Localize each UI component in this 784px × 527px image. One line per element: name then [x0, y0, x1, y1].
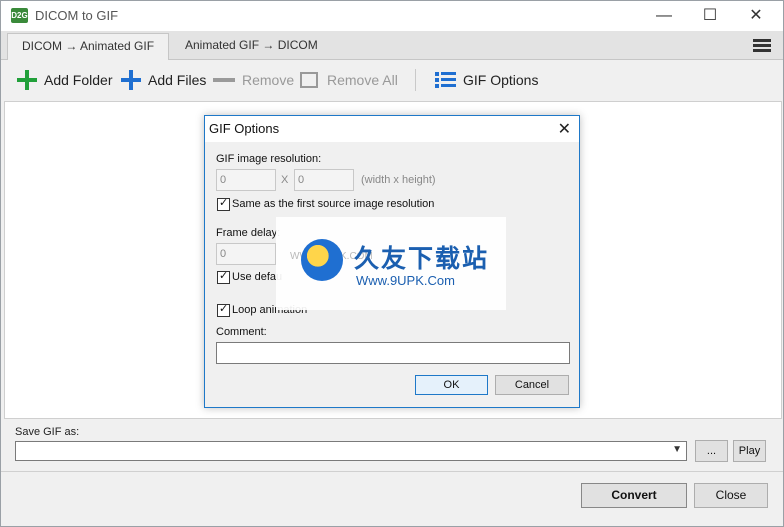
window-title: DICOM to GIF: [35, 8, 119, 23]
same-resolution-label: Same as the first source image resolutio…: [232, 198, 435, 210]
add-files-label: Add Files: [148, 72, 207, 88]
chevron-down-icon[interactable]: ▼: [672, 444, 682, 455]
close-app-button[interactable]: Close: [694, 483, 768, 508]
plus-icon: [121, 70, 141, 90]
play-button[interactable]: Play: [733, 440, 766, 462]
browse-button[interactable]: ...: [695, 440, 728, 462]
save-gif-combobox[interactable]: ▼: [15, 441, 687, 461]
remove-button[interactable]: Remove: [213, 69, 294, 91]
dialog-title-bar: GIF Options ✕: [205, 116, 579, 142]
title-bar: D2G DICOM to GIF — ☐ ✕: [1, 1, 783, 31]
app-window: D2G DICOM to GIF — ☐ ✕ DICOM → Animated …: [0, 0, 784, 527]
use-default-label: Use defau: [232, 271, 283, 283]
add-folder-button[interactable]: Add Folder: [17, 69, 112, 91]
remove-all-button[interactable]: Remove All: [300, 69, 398, 91]
tab-gif-to-dicom[interactable]: Animated GIF → DICOM: [171, 33, 332, 59]
resolution-hint: (width x height): [361, 174, 436, 186]
comment-input[interactable]: [216, 342, 570, 364]
remove-all-label: Remove All: [327, 72, 398, 88]
frame-delay-label: Frame delay:: [216, 227, 281, 239]
tab-strip: DICOM → Animated GIF Animated GIF → DICO…: [1, 31, 783, 61]
ok-button[interactable]: OK: [415, 375, 488, 395]
gif-options-button[interactable]: GIF Options: [435, 69, 538, 91]
frame-delay-input[interactable]: 0: [216, 243, 276, 265]
toolbar: Add Folder Add Files Remove Remove All G…: [1, 60, 783, 100]
height-input[interactable]: 0: [294, 169, 354, 191]
maximize-button[interactable]: ☐: [687, 1, 733, 31]
plus-icon: [17, 70, 37, 90]
comment-label: Comment:: [216, 326, 267, 338]
app-icon: D2G: [11, 8, 28, 23]
same-resolution-checkbox[interactable]: [217, 196, 230, 211]
close-icon[interactable]: ✕: [558, 119, 571, 139]
use-default-checkbox[interactable]: [217, 269, 230, 284]
minus-icon: [213, 78, 235, 82]
bottom-divider: [1, 471, 783, 472]
tab-dicom-to-gif[interactable]: DICOM → Animated GIF: [7, 33, 170, 61]
width-input[interactable]: 0: [216, 169, 276, 191]
list-icon: [435, 71, 456, 89]
watermark: WWW.9UPK.COM 久友下载站 Www.9UPK.Com: [276, 217, 506, 310]
gif-options-label: GIF Options: [463, 72, 539, 88]
save-gif-label: Save GIF as:: [15, 426, 80, 438]
x-separator: X: [281, 174, 289, 186]
convert-button[interactable]: Convert: [581, 483, 687, 508]
loop-animation-checkbox[interactable]: [217, 302, 230, 317]
remove-label: Remove: [242, 72, 295, 88]
watermark-sub-text: Www.9UPK.Com: [356, 273, 455, 288]
menu-icon[interactable]: [753, 39, 771, 53]
watermark-main-text: 久友下载站: [354, 245, 490, 273]
cancel-button[interactable]: Cancel: [495, 375, 569, 395]
toolbar-divider: [415, 69, 416, 91]
close-button[interactable]: ✕: [733, 1, 779, 31]
add-files-button[interactable]: Add Files: [121, 69, 206, 91]
dialog-title: GIF Options: [209, 121, 280, 136]
watermark-logo-icon: [301, 239, 343, 281]
resolution-label: GIF image resolution:: [216, 153, 322, 165]
square-icon: [300, 72, 318, 88]
minimize-button[interactable]: —: [641, 1, 687, 31]
add-folder-label: Add Folder: [44, 72, 113, 88]
